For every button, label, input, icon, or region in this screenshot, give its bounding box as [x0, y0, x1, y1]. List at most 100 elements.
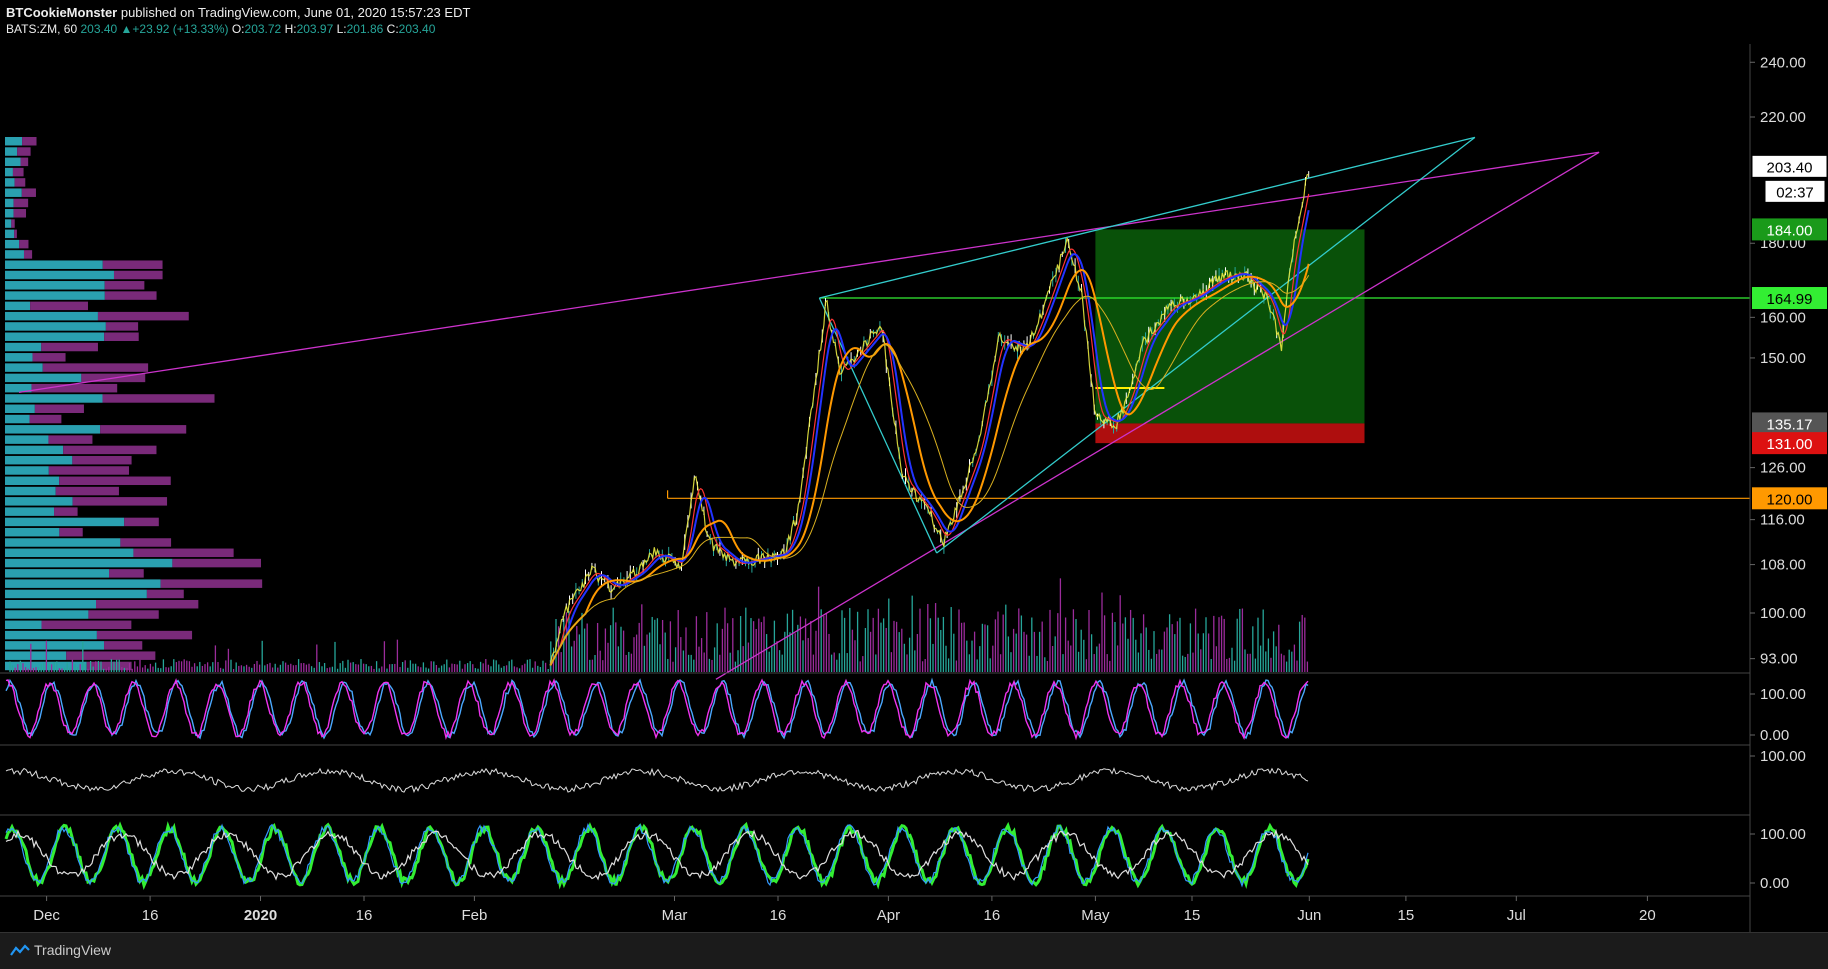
- x-tick-label: 16: [142, 907, 159, 924]
- vp-row: [5, 548, 134, 558]
- symbol-interval[interactable]: BATS:ZM, 60: [6, 22, 77, 36]
- vp-row: [5, 435, 49, 444]
- vp-row: [100, 425, 187, 434]
- vp-row: [5, 260, 103, 269]
- vp-row: [11, 219, 15, 228]
- vp-row: [5, 301, 31, 311]
- vp-row: [63, 445, 157, 455]
- footer-bar: TradingView: [0, 932, 1828, 969]
- vp-row: [5, 620, 42, 630]
- price-box-label: 131.00: [1767, 436, 1813, 453]
- vp-row: [172, 558, 261, 568]
- sub-panels: [4, 677, 1310, 890]
- vp-row: [5, 157, 21, 167]
- tradingview-logo[interactable]: TradingView: [10, 942, 111, 958]
- vp-row: [146, 589, 184, 599]
- vp-row: [34, 404, 84, 413]
- vp-row: [5, 425, 101, 434]
- vp-row: [48, 466, 130, 475]
- vp-row: [30, 301, 88, 311]
- vp-row: [96, 630, 193, 640]
- x-tick-label: 2020: [244, 907, 277, 924]
- vp-row: [5, 239, 20, 249]
- x-tick-label: 16: [356, 907, 373, 924]
- sub-tick-label: 0.00: [1760, 727, 1789, 744]
- trendlines[interactable]: [18, 136, 1750, 680]
- vp-row: [5, 332, 105, 341]
- vp-row: [5, 291, 105, 300]
- vp-row: [88, 610, 159, 619]
- zone-stop: [1095, 423, 1365, 444]
- x-tick-label: Dec: [33, 907, 60, 924]
- vp-row: [160, 579, 263, 588]
- vp-row: [22, 137, 37, 146]
- high-label: H:: [284, 22, 297, 36]
- vp-row: [17, 147, 31, 156]
- high-value: 203.97: [296, 22, 334, 36]
- sub-tick-label: 100.00: [1760, 686, 1806, 703]
- vp-row: [5, 250, 24, 259]
- vp-row: [5, 137, 23, 146]
- publish-info: BTCookieMonster published on TradingView…: [6, 5, 470, 20]
- close-value: 203.40: [398, 22, 436, 36]
- x-tick-label: 15: [1398, 907, 1415, 924]
- y-tick-label: 240.00: [1760, 54, 1806, 71]
- vp-row: [97, 311, 189, 321]
- chart-header: BTCookieMonster published on TradingView…: [0, 0, 1828, 44]
- price-box-label: 120.00: [1767, 491, 1813, 508]
- vp-row: [5, 311, 98, 321]
- vp-row: [102, 394, 215, 403]
- vp-row: [29, 414, 62, 424]
- vp-row: [5, 394, 103, 403]
- vp-row: [59, 476, 171, 486]
- vp-row: [72, 455, 132, 465]
- x-tick-label: Jun: [1297, 907, 1321, 924]
- vp-row: [5, 229, 15, 239]
- price-box-label: 164.99: [1767, 291, 1813, 308]
- vp-row: [41, 620, 132, 630]
- vp-row: [102, 260, 163, 269]
- vp-row: [5, 610, 89, 619]
- vp-row: [14, 178, 26, 187]
- vp-row: [54, 507, 78, 516]
- chart-canvas[interactable]: 240.00220.00180.00160.00150.00126.00116.…: [0, 44, 1828, 932]
- vp-row: [105, 322, 139, 331]
- vp-row: [5, 353, 33, 362]
- vp-row: [5, 527, 60, 537]
- vp-row: [48, 435, 93, 444]
- low-label: L:: [336, 22, 347, 36]
- vp-row: [5, 167, 13, 177]
- vp-row: [23, 250, 33, 259]
- vp-row: [5, 198, 14, 208]
- risk-reward-zones[interactable]: [1095, 229, 1365, 444]
- vp-row: [59, 527, 83, 537]
- sub-tick-label: 0.00: [1760, 875, 1789, 892]
- price-box-label: 02:37: [1776, 184, 1814, 201]
- y-tick-label: 220.00: [1760, 109, 1806, 126]
- vp-row: [5, 486, 56, 496]
- price-box-label: 184.00: [1767, 222, 1813, 239]
- published-text: published on TradingView.com, June 01, 2…: [117, 5, 471, 20]
- vp-row: [104, 641, 143, 650]
- vp-row: [5, 517, 125, 527]
- vp-row: [120, 538, 172, 547]
- vp-row: [133, 548, 234, 558]
- x-tick-label: Jul: [1507, 907, 1526, 924]
- vp-row: [32, 353, 66, 362]
- vp-row: [5, 363, 43, 372]
- publisher-name[interactable]: BTCookieMonster: [6, 5, 117, 20]
- x-tick-label: 16: [770, 907, 787, 924]
- vp-row: [5, 373, 82, 383]
- volume-bars: [9, 578, 1309, 672]
- vp-row: [5, 599, 97, 609]
- vp-row: [104, 291, 157, 300]
- vp-row: [5, 455, 73, 465]
- price-box-label: 203.40: [1767, 159, 1813, 176]
- sub-tick-label: 100.00: [1760, 826, 1806, 843]
- vp-row: [113, 270, 163, 280]
- vp-row: [5, 630, 97, 640]
- y-tick-label: 100.00: [1760, 605, 1806, 622]
- vp-row: [5, 445, 64, 455]
- price-change: +23.92 (+13.33%): [132, 22, 229, 36]
- vp-row: [42, 363, 149, 372]
